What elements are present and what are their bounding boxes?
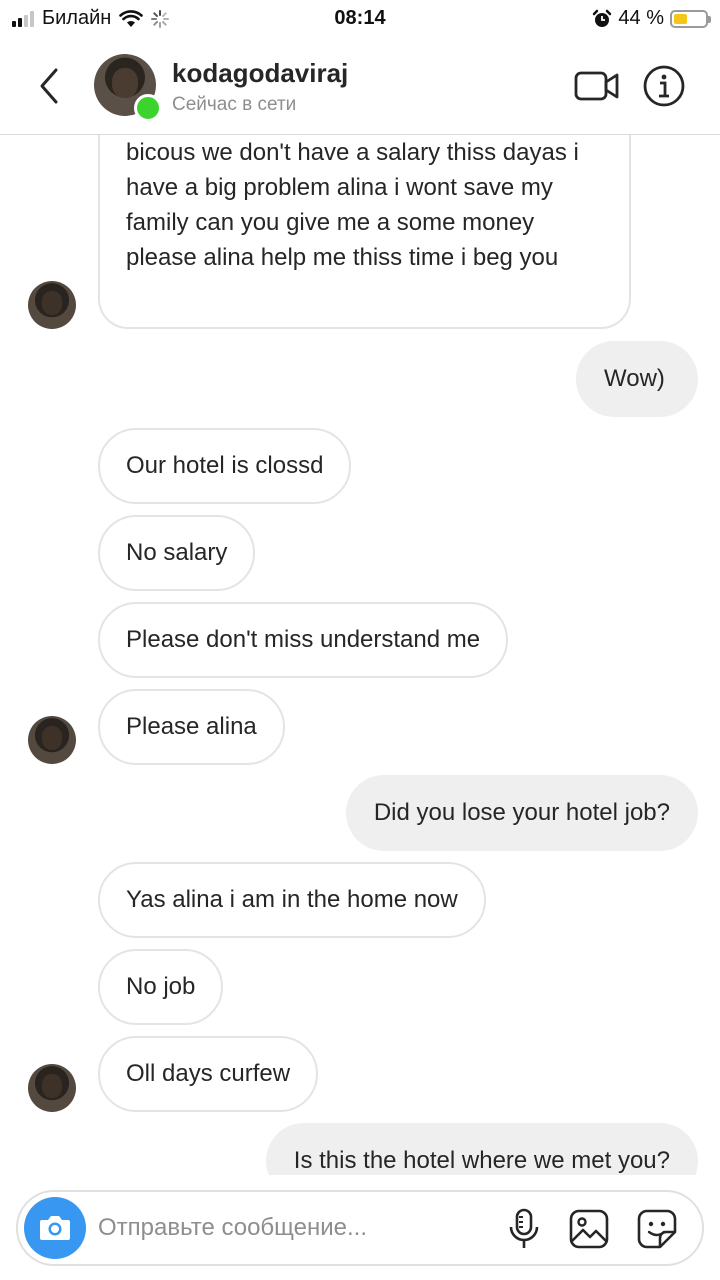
message-thread[interactable]: bicous we don't have a salary thiss daya…: [0, 135, 720, 1175]
message-bubble-outgoing[interactable]: Did you lose your hotel job?: [345, 775, 698, 851]
message-bubble-incoming[interactable]: No job: [98, 949, 224, 1025]
alarm-icon: [593, 9, 612, 27]
status-bar: Билайн 08:14 44 %: [0, 0, 720, 38]
gallery-icon[interactable]: [568, 1208, 610, 1250]
status-right: 44 %: [592, 7, 711, 30]
message-composer: [16, 1190, 704, 1266]
sticker-icon[interactable]: [636, 1208, 678, 1250]
message-bubble-incoming[interactable]: Yas alina i am in the home now: [98, 862, 486, 938]
message-bubble-incoming[interactable]: bicous we don't have a salary thiss daya…: [98, 135, 631, 329]
battery-percent: 44 %: [618, 7, 664, 29]
message-bubble-incoming[interactable]: Oll days curfew: [98, 1036, 319, 1112]
message-bubble-outgoing[interactable]: Is this the hotel where we met you?: [265, 1123, 698, 1175]
sender-avatar[interactable]: [28, 281, 76, 329]
camera-button[interactable]: [24, 1197, 86, 1259]
message-bubble-incoming[interactable]: Our hotel is clossd: [98, 428, 352, 504]
battery-icon: [670, 9, 711, 28]
chevron-left-icon[interactable]: [30, 64, 70, 108]
microphone-icon[interactable]: [506, 1208, 542, 1250]
message-bubble-incoming[interactable]: No salary: [98, 515, 256, 591]
chat-username[interactable]: kodagodaviraj: [172, 58, 348, 89]
info-icon[interactable]: [642, 64, 686, 108]
video-camera-icon[interactable]: [574, 68, 620, 104]
online-indicator: [134, 94, 162, 122]
camera-icon: [40, 1216, 70, 1240]
sender-avatar[interactable]: [28, 1064, 76, 1112]
sender-avatar[interactable]: [28, 716, 76, 764]
message-input[interactable]: [98, 1210, 418, 1246]
message-bubble-incoming[interactable]: Please don't miss understand me: [98, 602, 509, 678]
message-bubble-outgoing[interactable]: Wow): [576, 341, 698, 417]
online-status: Сейчас в сети: [172, 94, 297, 115]
chat-header: kodagodaviraj Сейчас в сети: [0, 38, 720, 135]
message-bubble-incoming[interactable]: Please alina: [98, 689, 285, 765]
